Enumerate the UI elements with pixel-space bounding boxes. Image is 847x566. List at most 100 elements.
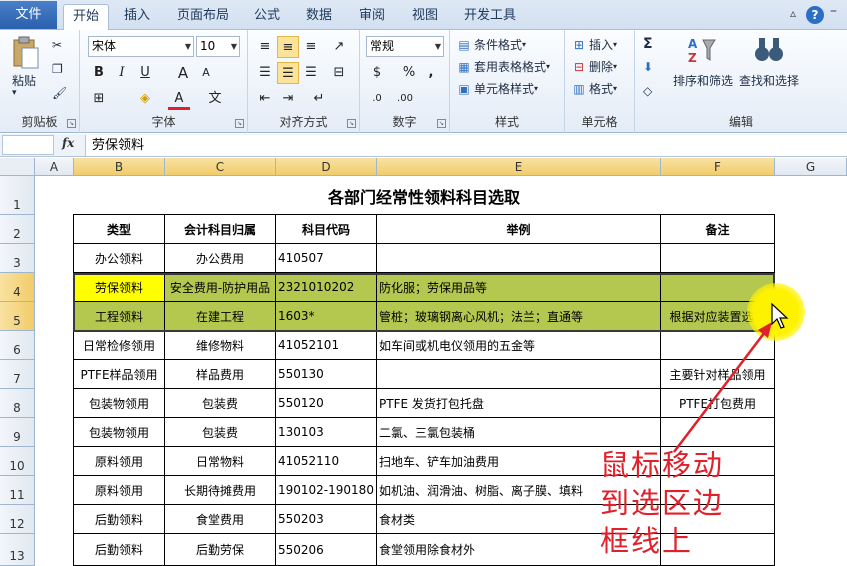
- align-center-icon[interactable]: ☰: [277, 62, 299, 84]
- tab-file[interactable]: 文件: [0, 1, 57, 29]
- tab-view[interactable]: 视图: [403, 4, 447, 30]
- align-left-icon[interactable]: ☰: [254, 62, 276, 84]
- table-cell[interactable]: 410507: [276, 244, 377, 273]
- borders-icon[interactable]: ⊞: [88, 88, 110, 110]
- table-cell[interactable]: 2321010202: [276, 273, 377, 302]
- tab-home[interactable]: 开始: [63, 4, 109, 31]
- table-cell[interactable]: 550206: [276, 534, 377, 566]
- table-cell[interactable]: 管桩；玻璃钢离心风机；法兰；直通等: [377, 302, 661, 331]
- table-cell[interactable]: 包装物领用: [73, 389, 165, 418]
- row-header-7[interactable]: 7: [0, 360, 35, 389]
- column-header-d[interactable]: D: [276, 158, 377, 176]
- row-header-11[interactable]: 11: [0, 476, 35, 505]
- table-cell[interactable]: [661, 244, 775, 273]
- increase-indent-icon[interactable]: ⇥: [277, 88, 299, 110]
- help-icon[interactable]: ?: [806, 6, 824, 24]
- align-bottom-icon[interactable]: ≡: [300, 36, 322, 58]
- table-cell[interactable]: 130103: [276, 418, 377, 447]
- merge-center-icon[interactable]: ⊟: [328, 62, 350, 84]
- row-header-1[interactable]: 1: [0, 176, 35, 215]
- table-cell[interactable]: 后勤领料: [73, 505, 165, 534]
- comma-button[interactable]: ,: [420, 62, 442, 84]
- percent-button[interactable]: %: [398, 62, 420, 84]
- shrink-font-button[interactable]: A: [195, 62, 217, 84]
- row-header-2[interactable]: 2: [0, 215, 35, 244]
- table-cell[interactable]: 原料领用: [73, 476, 165, 505]
- cut-icon[interactable]: ✂: [52, 38, 62, 52]
- underline-button[interactable]: U: [134, 62, 156, 84]
- table-cell[interactable]: 550130: [276, 360, 377, 389]
- tab-developer[interactable]: 开发工具: [455, 4, 525, 30]
- clear-icon[interactable]: ◇: [643, 84, 652, 98]
- paste-button[interactable]: 粘贴: [12, 72, 36, 89]
- table-cell[interactable]: [377, 244, 661, 273]
- row-header-12[interactable]: 12: [0, 505, 35, 534]
- fill-icon[interactable]: ⬇: [643, 60, 653, 74]
- sort-filter-icon[interactable]: AZ: [687, 34, 717, 66]
- format-painter-icon[interactable]: 🖌: [52, 86, 67, 100]
- select-all-corner[interactable]: [0, 158, 35, 176]
- sheet-title[interactable]: 各部门经常性领料科目选取: [74, 177, 774, 214]
- align-middle-icon[interactable]: ≡: [277, 36, 299, 58]
- align-right-icon[interactable]: ☰: [300, 62, 322, 84]
- table-cell[interactable]: [377, 360, 661, 389]
- align-top-icon[interactable]: ≡: [254, 36, 276, 58]
- header-remark[interactable]: 备注: [661, 214, 775, 244]
- table-cell[interactable]: 后勤劳保: [165, 534, 276, 566]
- table-cell[interactable]: 长期待摊费用: [165, 476, 276, 505]
- phonetic-icon[interactable]: 文: [204, 88, 226, 110]
- row-header-10[interactable]: 10: [0, 447, 35, 476]
- decrease-decimal-icon[interactable]: .00: [394, 88, 416, 110]
- table-cell[interactable]: 二氯、三氯包装桶: [377, 418, 661, 447]
- table-cell[interactable]: 550203: [276, 505, 377, 534]
- delete-cells-button[interactable]: ⊟ 删除 ▾: [571, 58, 617, 75]
- table-cell[interactable]: 1603*: [276, 302, 377, 331]
- column-header-e[interactable]: E: [377, 158, 661, 176]
- number-launcher-icon[interactable]: ↘: [437, 119, 446, 128]
- conditional-format-button[interactable]: ▤ 条件格式 ▾: [456, 36, 526, 53]
- table-cell[interactable]: 办公领料: [73, 244, 165, 273]
- font-color-button[interactable]: A: [168, 88, 190, 110]
- column-header-g[interactable]: G: [775, 158, 847, 176]
- tab-data[interactable]: 数据: [297, 4, 341, 30]
- row-header-3[interactable]: 3: [0, 244, 35, 273]
- table-cell[interactable]: 安全费用-防护用品: [165, 273, 276, 302]
- italic-button[interactable]: I: [111, 62, 133, 84]
- paste-dropdown-icon[interactable]: ▾: [12, 88, 17, 98]
- grow-font-button[interactable]: A: [172, 62, 194, 84]
- table-cell[interactable]: 日常物料: [165, 447, 276, 476]
- fx-icon[interactable]: fx: [62, 136, 74, 150]
- clipboard-launcher-icon[interactable]: ↘: [67, 119, 76, 128]
- increase-decimal-icon[interactable]: .0: [366, 88, 388, 110]
- column-header-c[interactable]: C: [165, 158, 276, 176]
- header-code[interactable]: 科目代码: [276, 214, 377, 244]
- tab-review[interactable]: 审阅: [350, 4, 394, 30]
- paste-icon[interactable]: [10, 36, 40, 70]
- table-cell[interactable]: 41052101: [276, 331, 377, 360]
- row-header-6[interactable]: 6: [0, 331, 35, 360]
- name-box[interactable]: [2, 135, 54, 155]
- column-header-b[interactable]: B: [74, 158, 165, 176]
- format-cells-button[interactable]: ▥ 格式 ▾: [571, 80, 617, 97]
- row-header-9[interactable]: 9: [0, 418, 35, 447]
- header-type[interactable]: 类型: [73, 214, 165, 244]
- formula-input[interactable]: 劳保领料: [85, 135, 847, 156]
- tab-formulas[interactable]: 公式: [245, 4, 289, 30]
- cell-styles-button[interactable]: ▣ 单元格样式 ▾: [456, 80, 538, 97]
- font-size-combo[interactable]: 10 ▼: [196, 36, 240, 57]
- tab-page-layout[interactable]: 页面布局: [168, 4, 238, 30]
- fill-color-icon[interactable]: ◈: [134, 88, 156, 110]
- table-cell[interactable]: 包装物领用: [73, 418, 165, 447]
- insert-cells-button[interactable]: ⊞ 插入 ▾: [571, 36, 617, 53]
- orientation-icon[interactable]: ↗: [328, 36, 350, 58]
- font-launcher-icon[interactable]: ↘: [235, 119, 244, 128]
- header-example[interactable]: 举例: [377, 214, 661, 244]
- row-header-8[interactable]: 8: [0, 389, 35, 418]
- table-cell[interactable]: 在建工程: [165, 302, 276, 331]
- bold-button[interactable]: B: [88, 62, 110, 84]
- table-cell[interactable]: 后勤领料: [73, 534, 165, 566]
- table-cell[interactable]: 包装费: [165, 389, 276, 418]
- wrap-text-icon[interactable]: ↵: [308, 88, 330, 110]
- autosum-button[interactable]: Σ: [643, 36, 653, 52]
- table-cell[interactable]: PTFE样品领用: [73, 360, 165, 389]
